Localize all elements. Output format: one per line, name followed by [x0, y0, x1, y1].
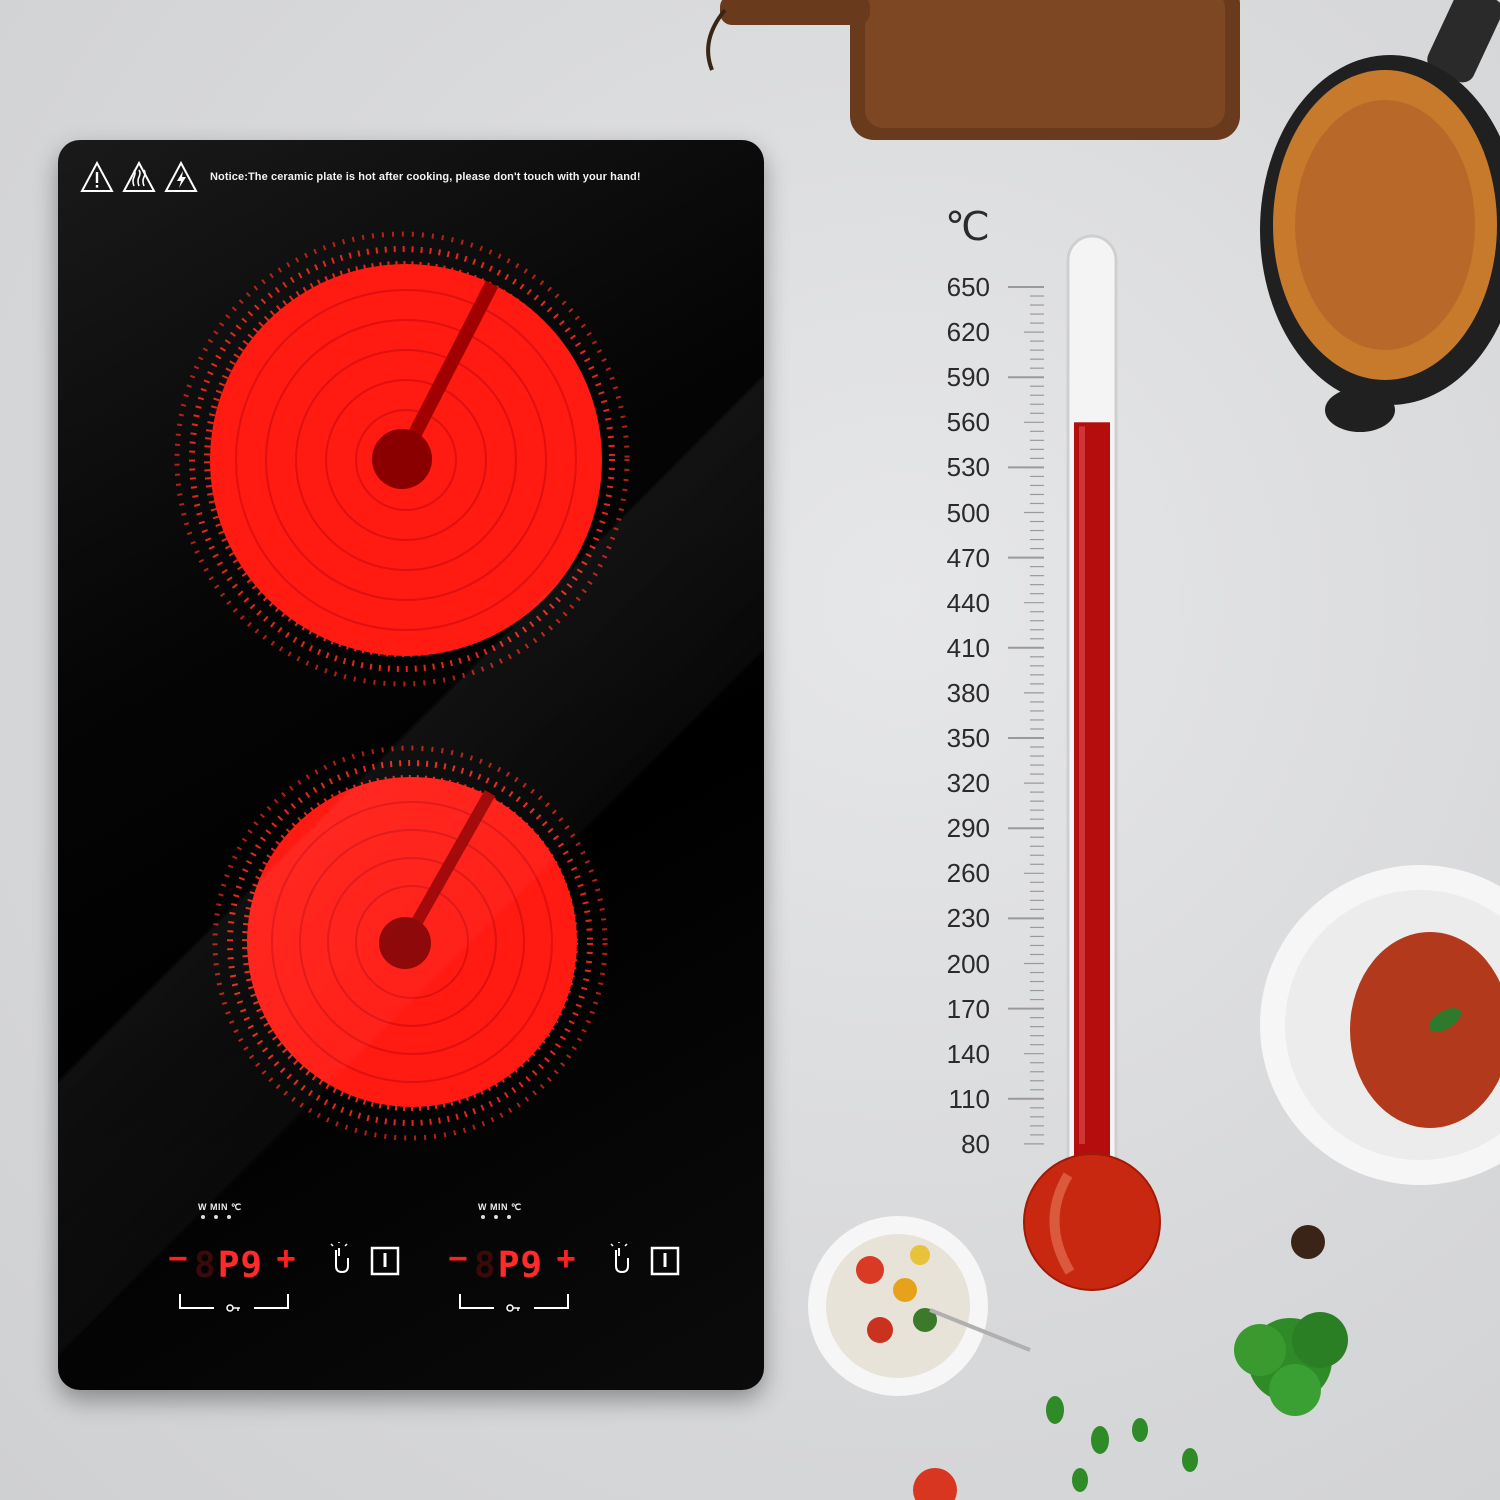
product-scene: Notice:The ceramic plate is hot after co…	[0, 0, 1500, 1500]
scale-ticks	[1008, 286, 1044, 1145]
thermometer	[1008, 234, 1161, 1291]
